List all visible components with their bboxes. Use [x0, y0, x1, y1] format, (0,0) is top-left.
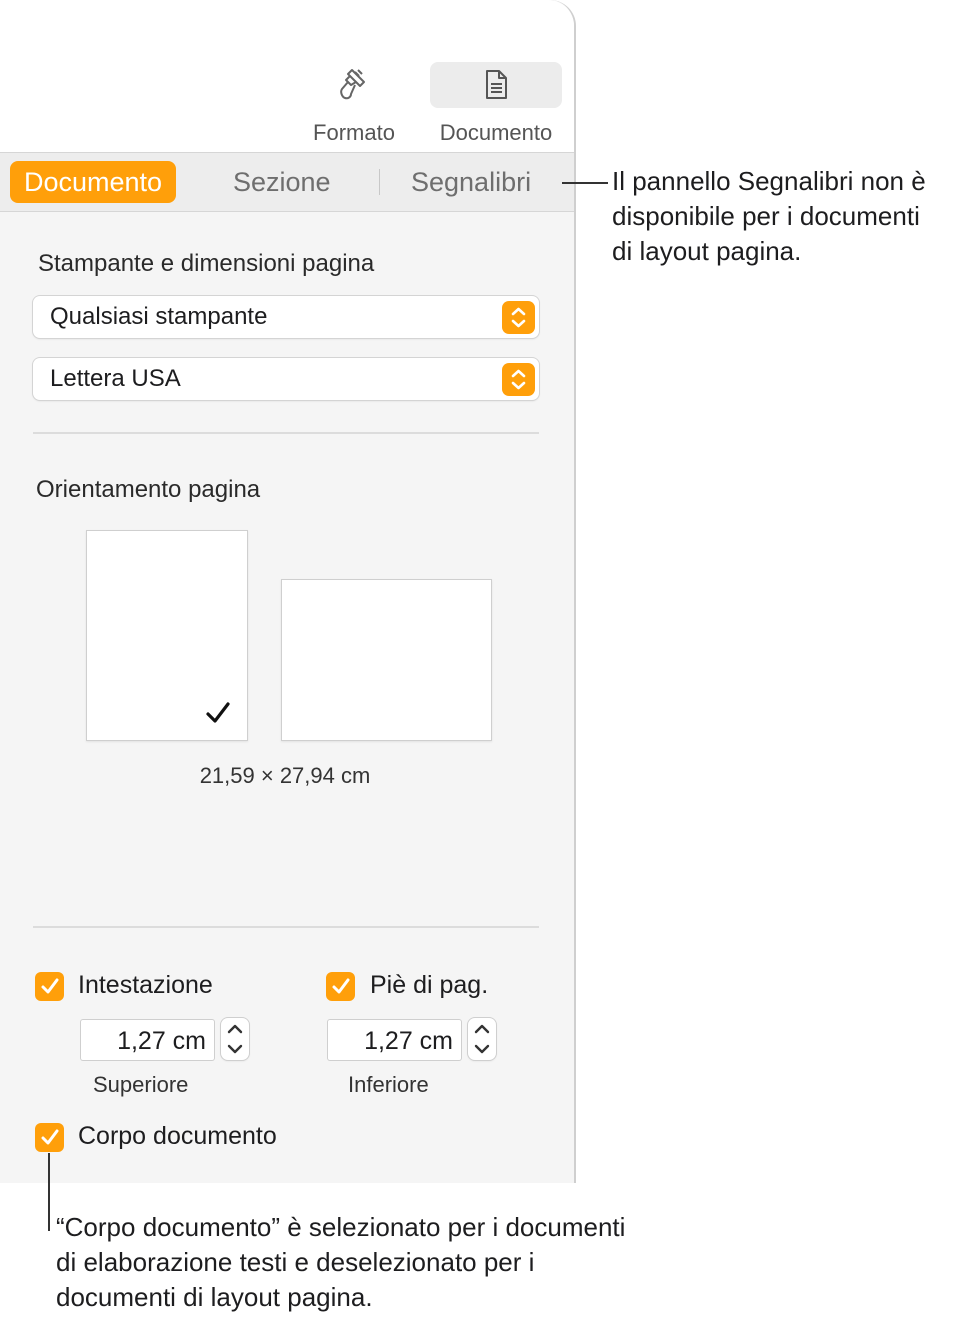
- checkmark-icon: [206, 702, 230, 723]
- format-toolbar-button[interactable]: Formato: [288, 62, 420, 146]
- paintbrush-icon: [340, 69, 365, 100]
- footer-margin-stepper[interactable]: [468, 1018, 496, 1060]
- printer-popup[interactable]: Qualsiasi stampante: [33, 296, 539, 338]
- inspector-tabbar: Documento Sezione Segnalibri: [0, 152, 574, 212]
- header-margin-stepper[interactable]: [221, 1018, 249, 1060]
- orientation-section-title: Orientamento pagina: [36, 476, 261, 503]
- bookmarks-callout: Il pannello Segnalibri non è disponibile…: [612, 164, 926, 269]
- header-margin-value: 1,27 cm: [117, 1027, 206, 1055]
- body-checkbox[interactable]: [35, 1123, 64, 1152]
- checkmark-icon: [332, 978, 350, 994]
- header-label: Intestazione: [78, 971, 213, 999]
- printer-popup-value: Qualsiasi stampante: [50, 303, 268, 330]
- chevron-updown-icon: [502, 363, 535, 396]
- checkmark-icon: [41, 1129, 59, 1145]
- document-toolbar-button[interactable]: Documento: [430, 62, 562, 146]
- header-sub-label: Superiore: [93, 1072, 189, 1097]
- bookmarks-callout-line-3: di layout pagina.: [612, 236, 802, 266]
- document-icon: [486, 70, 507, 99]
- tab-documento[interactable]: Documento: [10, 161, 177, 203]
- printer-section-title: Stampante e dimensioni pagina: [38, 250, 375, 277]
- footer-margin-field[interactable]: 1,27 cm: [328, 1020, 461, 1060]
- tab-sezione[interactable]: Sezione: [233, 161, 331, 203]
- page-dimensions: 21,59 × 27,94 cm: [199, 763, 371, 788]
- landscape-orientation-button[interactable]: [281, 579, 492, 741]
- chevron-updown-icon: [474, 1024, 490, 1054]
- format-toolbar-label: Formato: [313, 120, 395, 145]
- header-checkbox[interactable]: [35, 972, 64, 1001]
- footer-sub-label: Inferiore: [348, 1072, 429, 1097]
- section-divider: [33, 926, 539, 928]
- section-divider: [33, 432, 539, 434]
- footer-checkbox[interactable]: [326, 972, 355, 1001]
- paper-size-popup-value: Lettera USA: [50, 365, 181, 392]
- chevron-updown-icon: [502, 301, 535, 334]
- body-callout-line-2: di elaborazione testi e deselezionato pe…: [56, 1247, 535, 1277]
- portrait-orientation-button[interactable]: [86, 530, 248, 741]
- footer-margin-value: 1,27 cm: [364, 1027, 453, 1055]
- tab-segnalibri[interactable]: Segnalibri: [411, 161, 531, 203]
- checkmark-icon: [41, 978, 59, 994]
- chevron-updown-icon: [227, 1024, 243, 1054]
- bookmarks-callout-line-1: Il pannello Segnalibri non è: [612, 166, 926, 196]
- footer-label: Piè di pag.: [370, 971, 489, 999]
- header-margin-field[interactable]: 1,27 cm: [81, 1020, 214, 1060]
- document-toolbar-label: Documento: [439, 120, 553, 145]
- body-callout-line: [48, 1153, 50, 1231]
- tab-separator: [379, 169, 380, 195]
- body-callout-line-1: “Corpo documento” è selezionato per i do…: [56, 1212, 626, 1242]
- body-label: Corpo documento: [78, 1122, 277, 1150]
- inspector-panel: Formato Documento Documento Sezione Segn…: [0, 0, 576, 1183]
- bookmarks-callout-line: [562, 182, 608, 184]
- bookmarks-callout-line-2: disponibile per i documenti: [612, 201, 920, 231]
- body-callout: “Corpo documento” è selezionato per i do…: [56, 1210, 625, 1315]
- paper-size-popup[interactable]: Lettera USA: [33, 358, 539, 400]
- body-callout-line-3: documenti di layout pagina.: [56, 1282, 373, 1312]
